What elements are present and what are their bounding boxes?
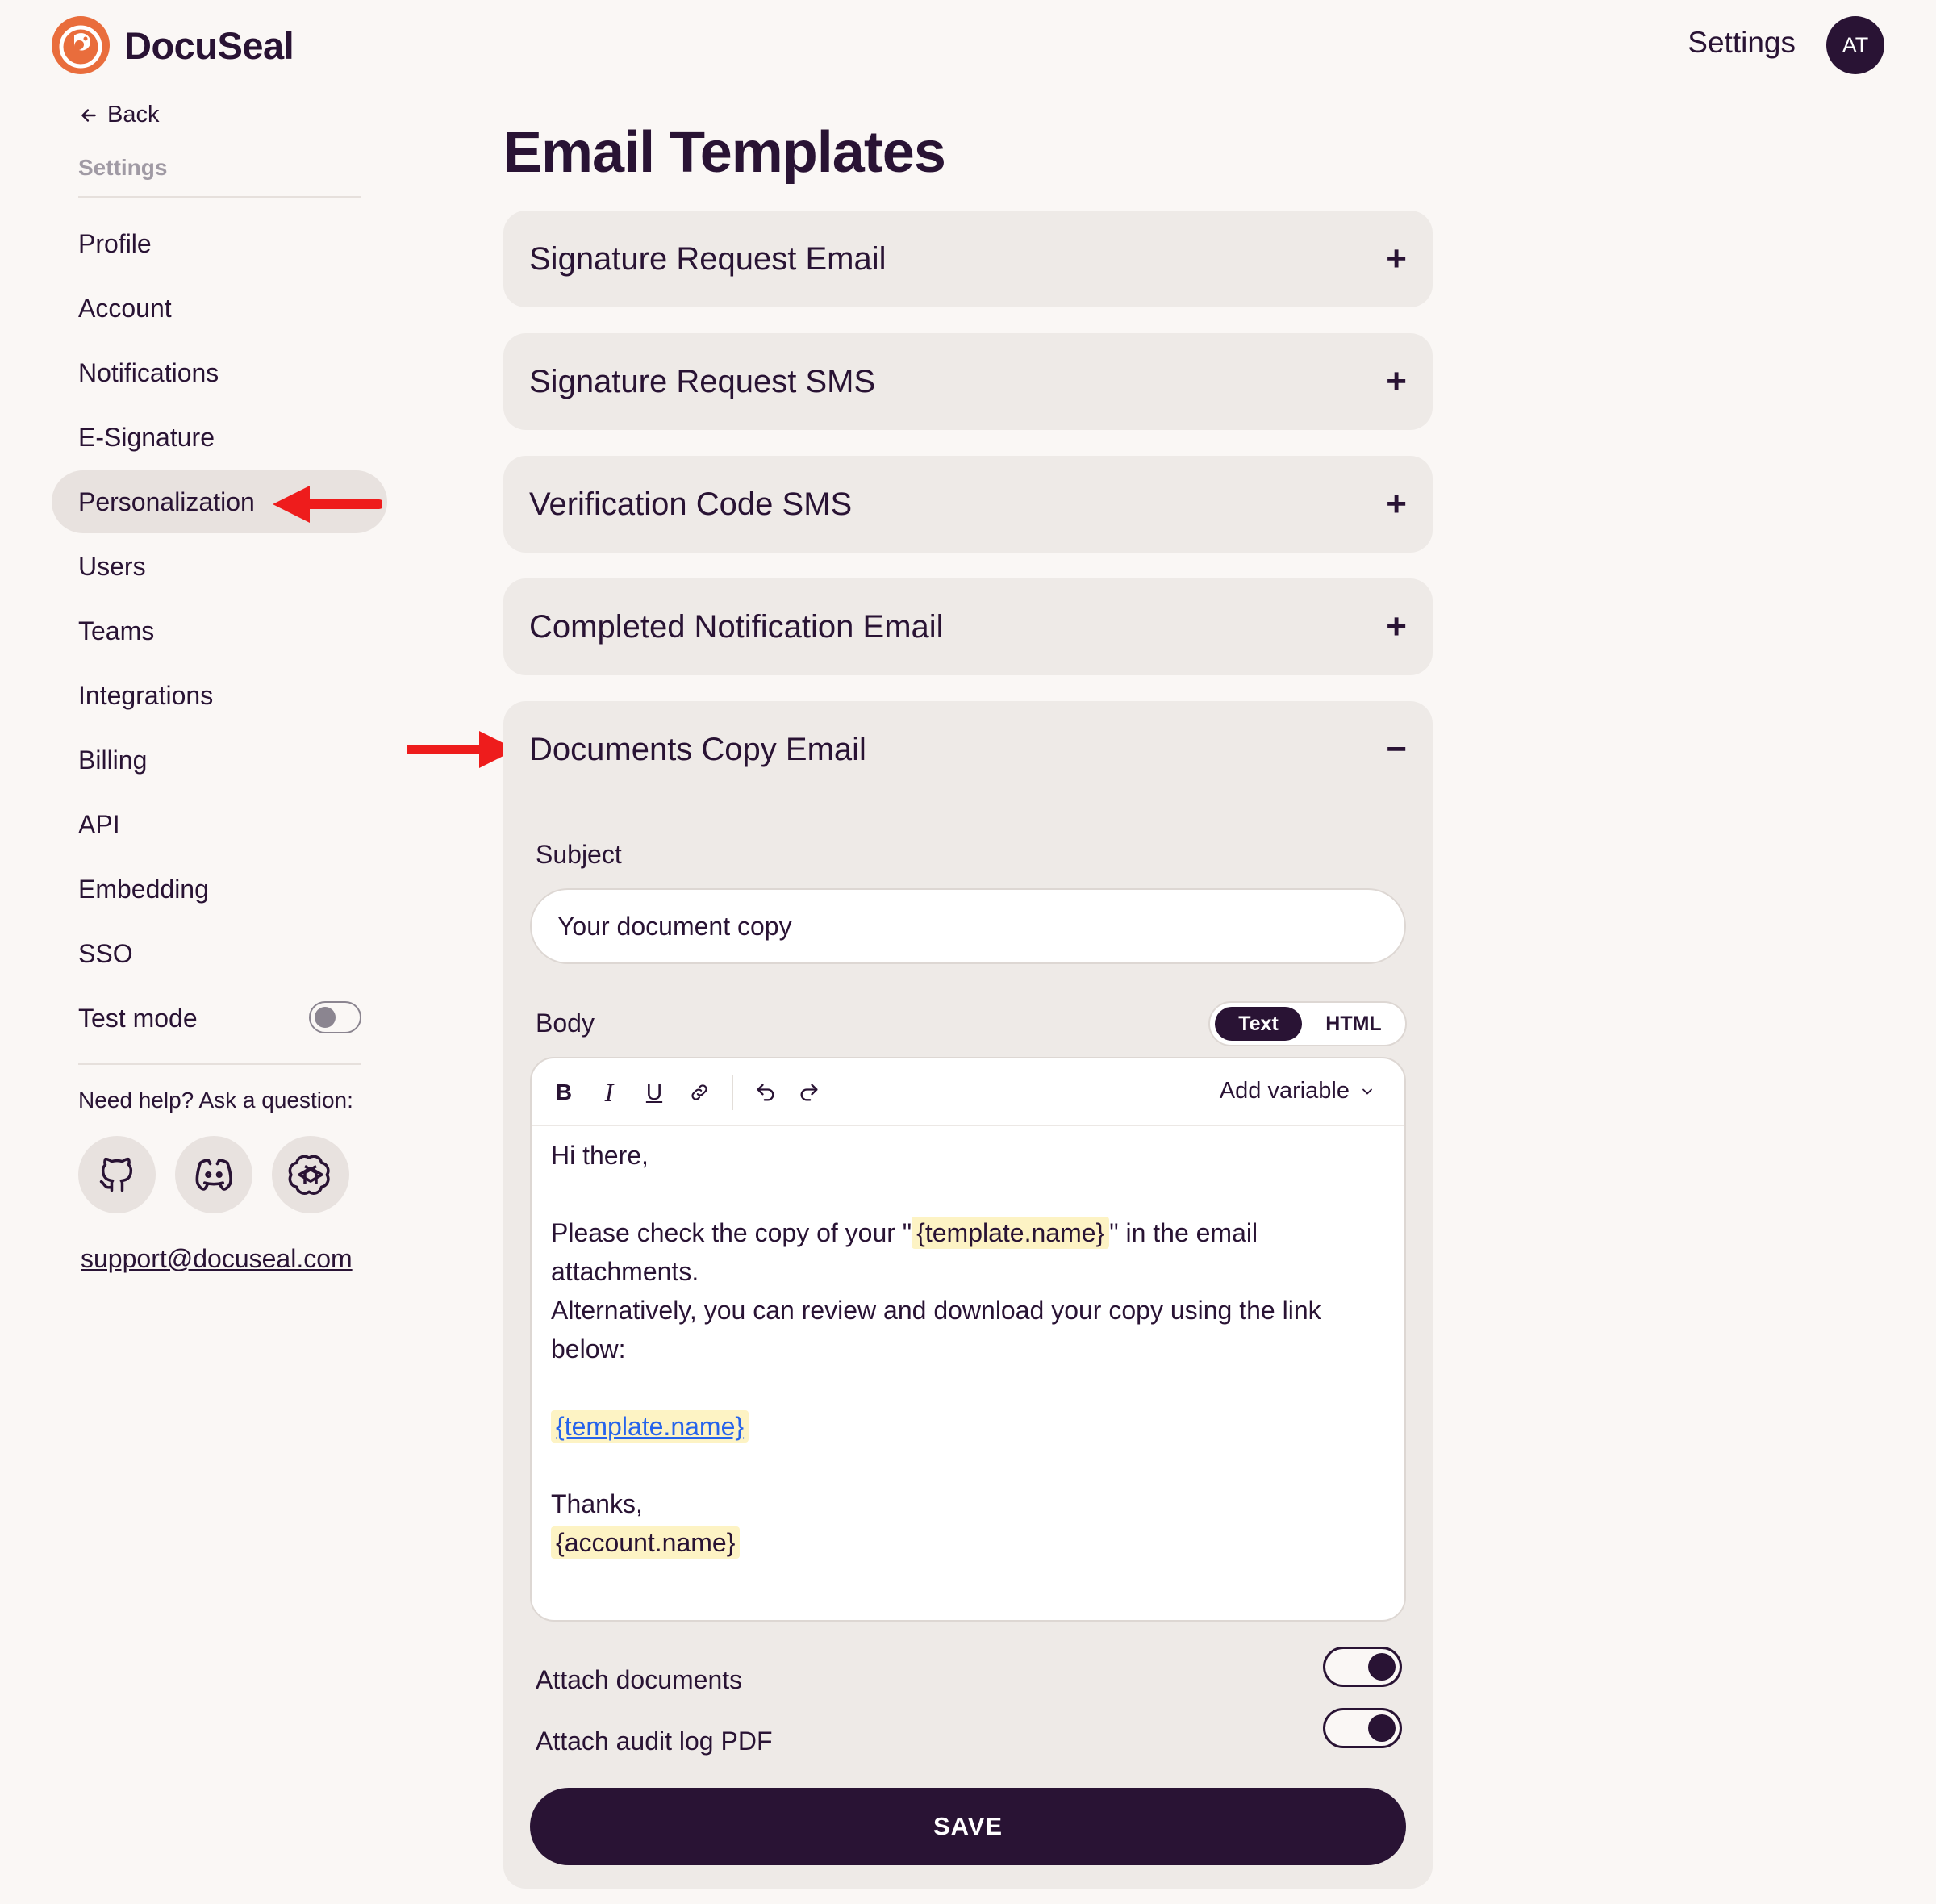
underline-icon[interactable]: U — [638, 1076, 670, 1109]
mode-text-button[interactable]: Text — [1215, 1007, 1302, 1041]
discord-icon — [195, 1159, 232, 1191]
openai-button[interactable] — [272, 1136, 349, 1213]
body-paragraph-1: Please check the copy of your " {template… — [551, 1217, 1258, 1286]
accordion-title: Completed Notification Email — [529, 608, 944, 645]
sidebar-item-account[interactable]: Account — [52, 277, 387, 340]
toolbar-divider — [732, 1075, 733, 1110]
accordion-documents-copy-email: Documents Copy Email − Subject Your docu… — [503, 701, 1433, 1889]
sidebar-item-sso[interactable]: SSO — [52, 922, 387, 985]
body-greeting: Hi there, — [551, 1141, 649, 1170]
sidebar-divider — [78, 196, 361, 198]
minus-icon: − — [1386, 729, 1407, 769]
sidebar-item-profile[interactable]: Profile — [52, 212, 387, 275]
sidebar-item-api[interactable]: API — [52, 793, 387, 856]
accordion-title: Signature Request SMS — [529, 363, 876, 399]
user-avatar[interactable]: AT — [1826, 16, 1884, 74]
body-paragraph-2: Alternatively, you can review and downlo… — [551, 1296, 1321, 1363]
body-thanks: Thanks, — [551, 1489, 643, 1518]
sidebar-item-notifications[interactable]: Notifications — [52, 341, 387, 404]
attach-documents-toggle[interactable] — [1323, 1647, 1402, 1687]
attach-audit-label: Attach audit log PDF — [536, 1727, 773, 1756]
editor-toolbar: B I U Add variable — [532, 1058, 1404, 1126]
variable-template-name: {template.name} — [912, 1217, 1110, 1249]
bold-icon[interactable]: B — [548, 1076, 580, 1109]
back-label: Back — [107, 102, 160, 127]
plus-icon: + — [1386, 361, 1407, 401]
test-mode-toggle[interactable] — [309, 1001, 361, 1033]
accordion-signature-request-email[interactable]: Signature Request Email + — [503, 211, 1433, 307]
page-title: Email Templates — [503, 120, 946, 185]
toggle-knob — [1368, 1714, 1396, 1742]
add-variable-dropdown[interactable]: Add variable — [1220, 1078, 1375, 1104]
annotation-arrow-right-icon — [407, 731, 516, 768]
sidebar-item-users[interactable]: Users — [52, 535, 387, 598]
accordion-verification-code-sms[interactable]: Verification Code SMS + — [503, 456, 1433, 553]
body-mode-toggle: Text HTML — [1208, 1001, 1407, 1046]
toggle-knob — [1368, 1653, 1396, 1681]
body-editor[interactable]: B I U Add variable Hi there, Please chec… — [530, 1057, 1406, 1622]
sidebar-title: Settings — [78, 155, 168, 180]
plus-icon: + — [1386, 607, 1407, 646]
toggle-knob — [315, 1007, 336, 1028]
accordion-completed-notification-email[interactable]: Completed Notification Email + — [503, 578, 1433, 675]
subject-label: Subject — [536, 840, 622, 869]
header-settings-link[interactable]: Settings — [1688, 26, 1796, 60]
accordion-title: Documents Copy Email — [529, 731, 866, 767]
plus-icon: + — [1386, 484, 1407, 524]
add-variable-label: Add variable — [1219, 1078, 1350, 1104]
test-mode-label: Test mode — [78, 1003, 198, 1033]
sidebar-item-embedding[interactable]: Embedding — [52, 858, 387, 921]
italic-icon[interactable]: I — [593, 1076, 625, 1109]
support-email-link[interactable]: support@docuseal.com — [81, 1244, 353, 1274]
openai-icon — [288, 1155, 330, 1195]
chevron-down-icon — [1362, 1088, 1372, 1095]
sidebar-item-integrations[interactable]: Integrations — [52, 664, 387, 727]
sidebar-item-teams[interactable]: Teams — [52, 599, 387, 662]
accordion-header[interactable]: Documents Copy Email − — [503, 701, 1433, 798]
arrow-left-icon — [81, 108, 96, 122]
redo-icon[interactable] — [793, 1076, 825, 1109]
accordion-title: Verification Code SMS — [529, 486, 853, 522]
annotation-arrow-left-icon — [273, 486, 382, 523]
github-icon — [99, 1157, 133, 1192]
back-link[interactable]: Back — [78, 102, 159, 128]
sidebar-divider — [78, 1063, 361, 1065]
mode-html-button[interactable]: HTML — [1310, 1007, 1397, 1041]
sidebar-item-e-signature[interactable]: E-Signature — [52, 406, 387, 469]
accordion-signature-request-sms[interactable]: Signature Request SMS + — [503, 333, 1433, 430]
brand-name: DocuSeal — [124, 23, 294, 67]
github-button[interactable] — [78, 1136, 156, 1213]
discord-button[interactable] — [175, 1136, 252, 1213]
link-icon[interactable] — [683, 1076, 716, 1109]
docuseal-logo-icon — [52, 16, 110, 74]
accordion-title: Signature Request Email — [529, 240, 887, 277]
sidebar-item-billing[interactable]: Billing — [52, 729, 387, 791]
subject-input[interactable]: Your document copy — [530, 888, 1406, 964]
attach-audit-toggle[interactable] — [1323, 1708, 1402, 1748]
attach-documents-label: Attach documents — [536, 1665, 743, 1694]
save-button[interactable]: SAVE — [530, 1788, 1406, 1865]
undo-icon[interactable] — [749, 1076, 782, 1109]
body-label: Body — [536, 1008, 595, 1038]
plus-icon: + — [1386, 239, 1407, 278]
docuseal-logo[interactable]: DocuSeal — [50, 15, 294, 76]
email-body-content[interactable]: Hi there, Please check the copy of your … — [551, 1136, 1382, 1562]
variable-template-link[interactable]: {template.name} — [551, 1410, 749, 1443]
help-text: Need help? Ask a question: — [78, 1088, 353, 1113]
variable-account-name: {account.name} — [551, 1526, 741, 1559]
